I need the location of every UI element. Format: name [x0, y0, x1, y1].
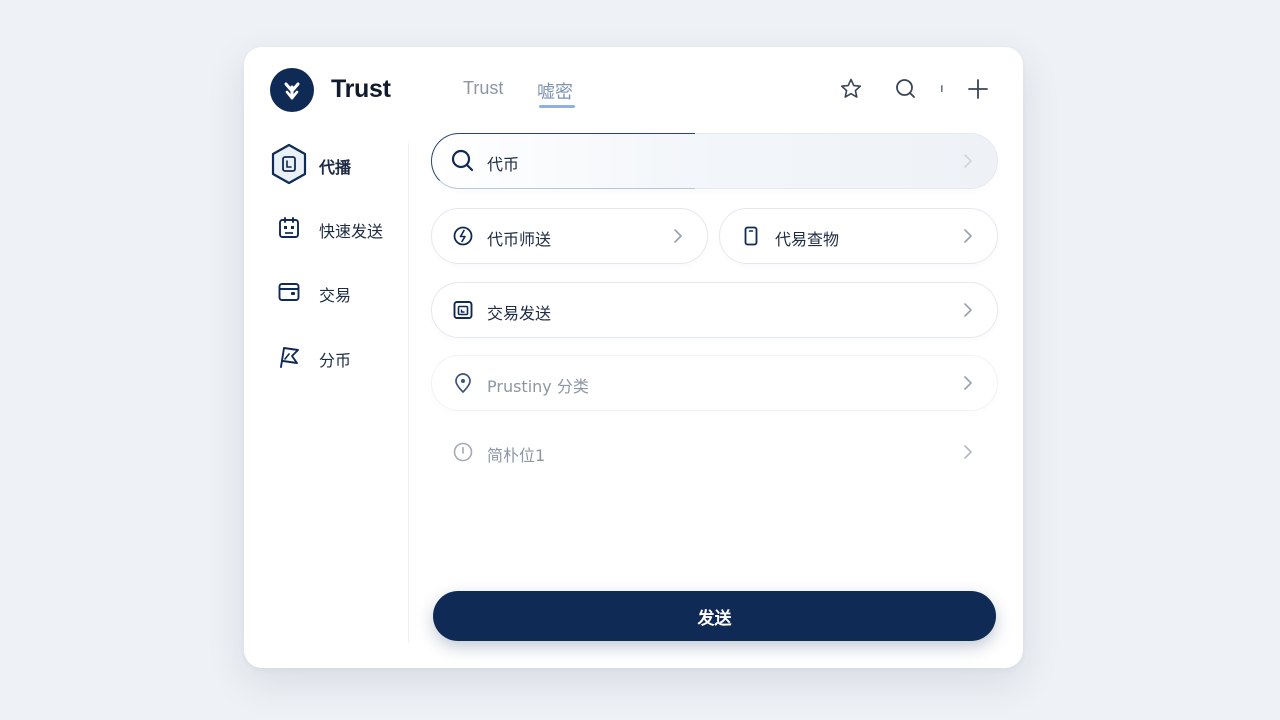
list-item-label: 交易发送: [487, 304, 552, 323]
sidebar-item-trade[interactable]: 交易: [274, 277, 351, 307]
plus-icon[interactable]: [965, 76, 991, 102]
active-tab-indicator: [539, 105, 575, 108]
sidebar-divider: [408, 143, 409, 643]
wallet-box-icon: [450, 297, 476, 323]
sidebar-item-quick-send[interactable]: 快速发送: [274, 213, 383, 243]
position-item[interactable]: 简朴位1: [431, 424, 998, 480]
bolt-circle-icon: [450, 223, 476, 249]
category-item[interactable]: Prustiny 分类: [431, 355, 998, 411]
brand-name: Trust: [331, 75, 391, 103]
sidebar-item-label: 交易: [319, 286, 352, 305]
list-item-label: 代易查物: [775, 230, 840, 249]
phone-icon: [738, 223, 764, 249]
list-item-label: Prustiny 分类: [487, 377, 589, 396]
search-icon[interactable]: [893, 76, 919, 102]
location-pin-icon: [450, 370, 476, 396]
trade-send-item[interactable]: 交易发送: [431, 282, 998, 338]
chevron-right-icon: [959, 226, 977, 246]
calendar-robot-icon: [274, 213, 304, 243]
chevron-right-icon: [959, 151, 977, 171]
list-item-label: 简朴位1: [487, 446, 546, 465]
trust-logo-icon: [270, 68, 314, 112]
sidebar-item-label: 快速发送: [319, 222, 384, 241]
hexagon-badge-icon: [270, 143, 308, 185]
chevron-right-icon: [959, 373, 977, 393]
wallet-panel: Trust Trust 嘘密 代播 快速发送 交易 分币 代币 代币师送 代易查…: [244, 47, 1023, 668]
separator-icon: [929, 76, 955, 102]
sidebar-item-label: 代播: [319, 158, 352, 177]
list-item-label: 代币师送: [487, 230, 552, 249]
sidebar-item-broadcast[interactable]: 代播: [270, 143, 351, 185]
chevron-right-icon: [959, 442, 977, 462]
chevron-right-icon: [669, 226, 687, 246]
sidebar-item-label: 分币: [319, 351, 352, 370]
tab-secret[interactable]: 嘘密: [537, 78, 573, 104]
flag-icon: [274, 342, 304, 372]
star-icon[interactable]: [838, 76, 864, 102]
trade-query-item[interactable]: 代易查物: [719, 208, 998, 264]
wallet-icon: [274, 277, 304, 307]
chevron-right-icon: [959, 300, 977, 320]
send-button[interactable]: 发送: [433, 591, 996, 641]
coin-send-item[interactable]: 代币师送: [431, 208, 708, 264]
info-circle-icon: [450, 439, 476, 465]
search-focus-ring: [431, 133, 695, 189]
tab-trust[interactable]: Trust: [463, 78, 503, 99]
sidebar-item-split-coin[interactable]: 分币: [274, 342, 351, 372]
